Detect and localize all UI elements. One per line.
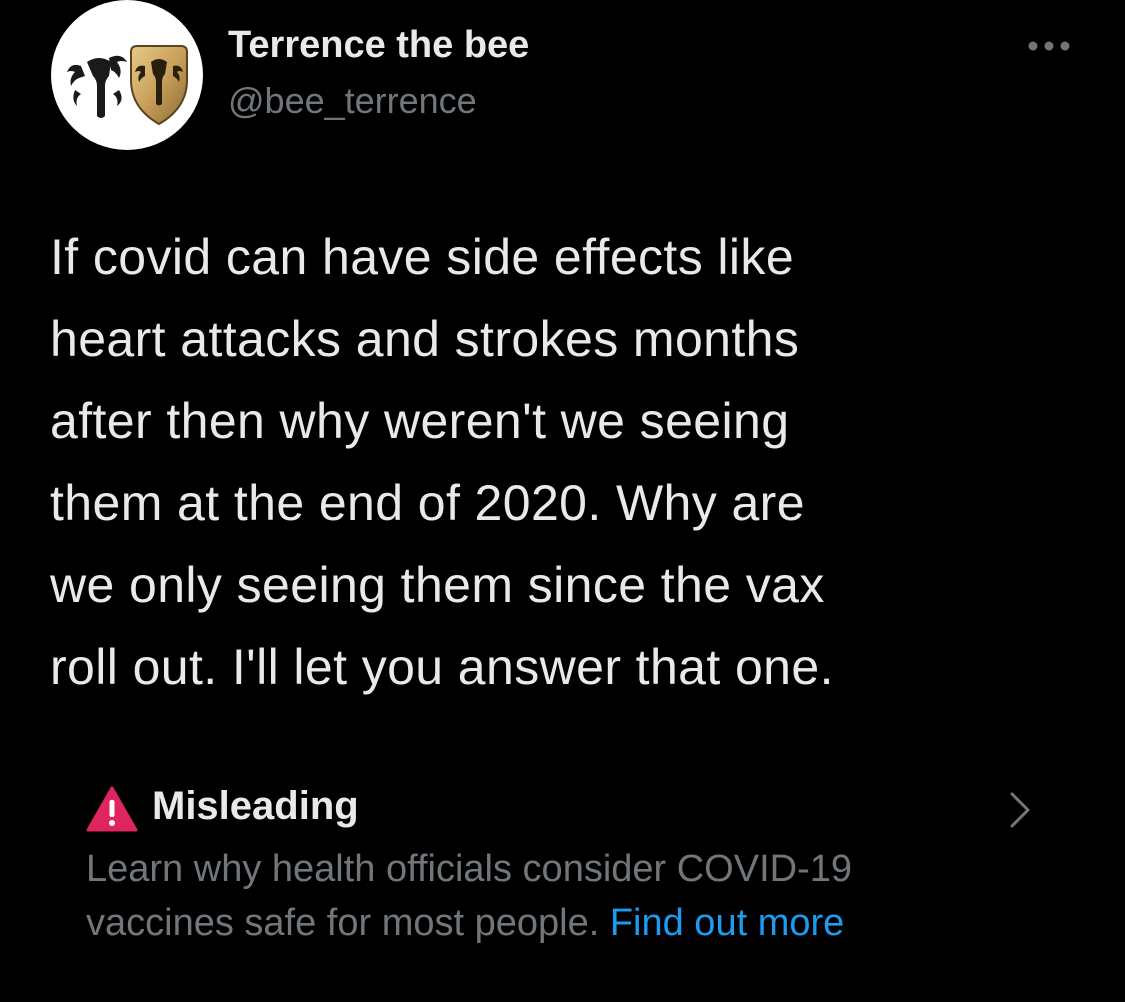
find-out-more-link[interactable]: Find out more: [610, 902, 844, 944]
tweet-text-line: them at the end of 2020. Why are: [50, 475, 805, 531]
tweet-text-line: we only seeing them since the vax: [50, 557, 825, 613]
notice-body: Learn why health officials consider COVI…: [86, 842, 1046, 950]
mandalorian-emblem-icon: [67, 45, 188, 126]
user-handle[interactable]: @bee_terrence: [228, 80, 477, 122]
chevron-right-icon[interactable]: [1006, 790, 1034, 830]
notice-body-line: vaccines safe for most people. Find out …: [86, 896, 1046, 950]
display-name[interactable]: Terrence the bee: [228, 24, 529, 67]
tweet-text: If covid can have side effects like hear…: [50, 216, 1090, 708]
notice-body-text: vaccines safe for most people.: [86, 902, 600, 944]
tweet-card: Terrence the bee @bee_terrence If covid …: [0, 0, 1125, 1002]
misleading-notice[interactable]: Misleading Learn why health officials co…: [86, 780, 1046, 960]
tweet-text-line: roll out. I'll let you answer that one.: [50, 639, 834, 695]
notice-title: Misleading: [152, 784, 359, 828]
warning-triangle-icon: [86, 786, 138, 832]
more-horizontal-icon: [1028, 41, 1070, 51]
tweet-text-line: after then why weren't we seeing: [50, 393, 790, 449]
more-options-button[interactable]: [1022, 28, 1076, 64]
avatar[interactable]: [51, 0, 203, 150]
tweet-text-line: If covid can have side effects like: [50, 229, 795, 285]
tweet-text-line: heart attacks and strokes months: [50, 311, 800, 367]
notice-body-line: Learn why health officials consider COVI…: [86, 848, 853, 890]
